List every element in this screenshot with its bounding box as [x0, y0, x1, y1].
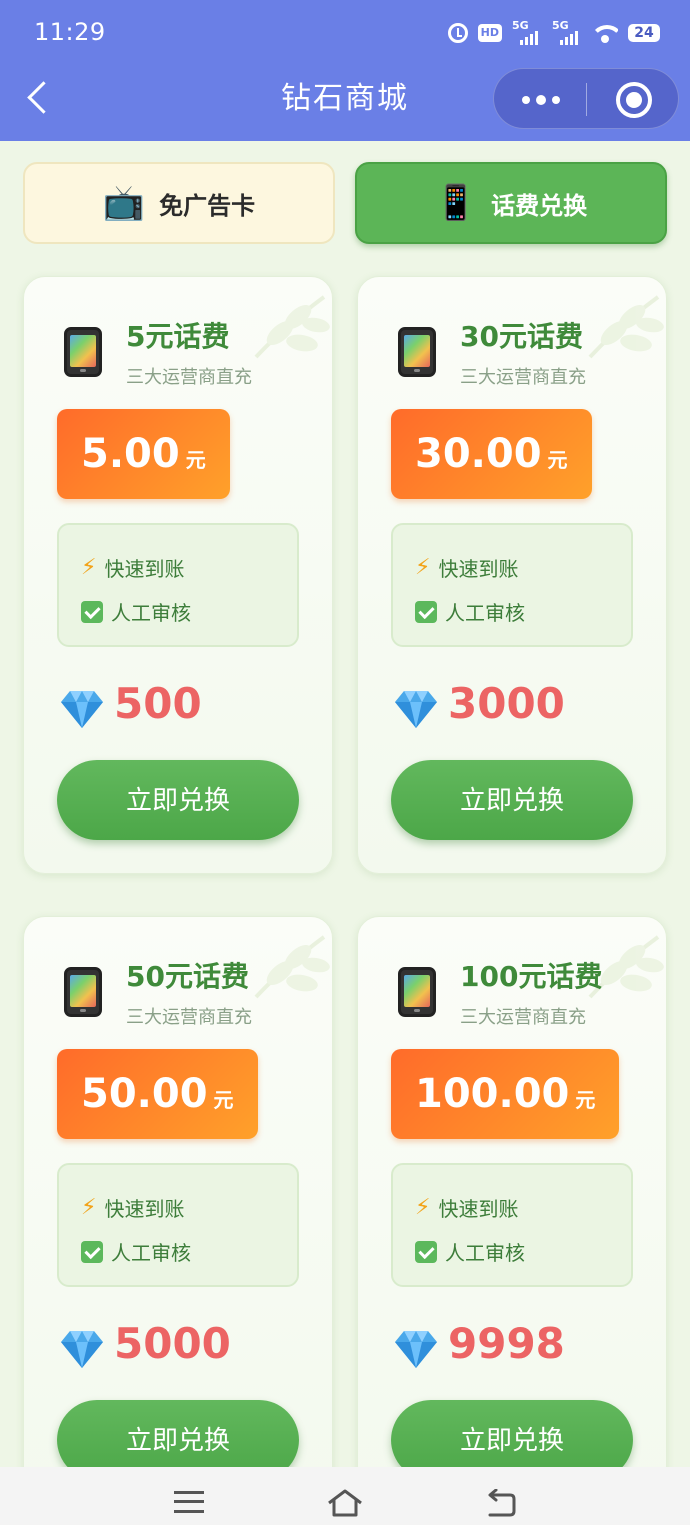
back-arrow-icon[interactable] — [484, 1489, 516, 1517]
home-icon[interactable] — [327, 1489, 363, 1517]
diamond-cost: 5000 — [114, 1319, 231, 1368]
feature-item: 人工审核 — [415, 597, 525, 626]
product-card: 100元话费 三大运营商直充 100.00 元 ⚡ 快速到账 人工审核 9998… — [357, 916, 667, 1514]
system-nav-bar — [0, 1467, 690, 1525]
mobile-phone-icon — [398, 967, 436, 1017]
feature-list: ⚡ 快速到账 人工审核 — [391, 1163, 633, 1287]
redeem-button[interactable]: 立即兑换 — [391, 760, 633, 840]
diamond-icon — [61, 691, 103, 728]
feature-list: ⚡ 快速到账 人工审核 — [391, 523, 633, 647]
feature-label: 人工审核 — [445, 1241, 525, 1265]
feature-list: ⚡ 快速到账 人工审核 — [57, 523, 299, 647]
diamond-icon — [61, 1331, 103, 1368]
close-miniapp-icon[interactable] — [616, 82, 652, 118]
plan-name: 100元话费 — [460, 960, 603, 993]
price-amount: 5.00 — [81, 431, 180, 477]
hd-badge: HD — [477, 24, 502, 42]
mobile-phone-icon — [64, 967, 102, 1017]
diamond-cost: 500 — [114, 679, 202, 728]
feature-item: 人工审核 — [81, 597, 191, 626]
check-mark-icon — [81, 600, 103, 623]
tab-label: 话费兑换 — [491, 191, 588, 220]
price-unit: 元 — [547, 448, 568, 472]
tab-phone-credit[interactable]: 📱 话费兑换 — [355, 162, 667, 244]
leaf-icon — [254, 935, 330, 999]
feature-label: 人工审核 — [445, 601, 525, 625]
lightning-icon: ⚡ — [415, 1195, 431, 1220]
diamond-icon — [395, 691, 437, 728]
plan-subtitle: 三大运营商直充 — [460, 367, 586, 388]
feature-item: 人工审核 — [81, 1237, 191, 1266]
lightning-icon: ⚡ — [81, 555, 97, 580]
price-amount: 50.00 — [81, 1071, 208, 1117]
more-icon[interactable] — [516, 77, 566, 122]
alarm-icon — [447, 23, 468, 43]
product-card: 30元话费 三大运营商直充 30.00 元 ⚡ 快速到账 人工审核 3000 立… — [357, 276, 667, 874]
feature-list: ⚡ 快速到账 人工审核 — [57, 1163, 299, 1287]
plan-name: 5元话费 — [126, 320, 230, 353]
feature-label: 人工审核 — [111, 1241, 191, 1265]
signal-icon-sim1: 5G — [512, 19, 542, 45]
price-badge: 50.00 元 — [57, 1049, 258, 1139]
plan-subtitle: 三大运营商直充 — [126, 1007, 252, 1028]
tab-label: 免广告卡 — [159, 191, 256, 220]
battery-icon: 24 — [628, 24, 660, 42]
miniapp-capsule — [493, 68, 679, 129]
feature-item: ⚡ 快速到账 — [81, 553, 184, 582]
plan-subtitle: 三大运营商直充 — [126, 367, 252, 388]
price-amount: 30.00 — [415, 431, 542, 477]
header: 11:29 HD 5G 5G 24 钻石商城 — [0, 0, 690, 141]
tv-icon: 📺 — [102, 183, 146, 223]
diamond-icon — [395, 1331, 437, 1368]
feature-item: ⚡ 快速到账 — [81, 1193, 184, 1222]
wifi-icon — [592, 23, 618, 43]
feature-label: 快速到账 — [104, 1197, 185, 1221]
signal-bars — [520, 31, 538, 45]
status-time: 11:29 — [34, 18, 106, 46]
status-icons: HD 5G 5G 24 — [447, 18, 660, 48]
price-badge: 5.00 元 — [57, 409, 230, 499]
price-unit: 元 — [185, 448, 206, 472]
check-mark-icon — [415, 600, 437, 623]
price-badge: 30.00 元 — [391, 409, 592, 499]
feature-item: 人工审核 — [415, 1237, 525, 1266]
redeem-button[interactable]: 立即兑换 — [57, 760, 299, 840]
lightning-icon: ⚡ — [81, 1195, 97, 1220]
lightning-icon: ⚡ — [415, 555, 431, 580]
plan-name: 50元话费 — [126, 960, 249, 993]
diamond-cost: 3000 — [448, 679, 565, 728]
menu-icon[interactable] — [174, 1491, 204, 1513]
plan-subtitle: 三大运营商直充 — [460, 1007, 586, 1028]
feature-item: ⚡ 快速到账 — [415, 1193, 518, 1222]
price-unit: 元 — [575, 1088, 596, 1112]
leaf-icon — [254, 295, 330, 359]
price-unit: 元 — [213, 1088, 234, 1112]
mobile-phone-icon — [64, 327, 102, 377]
signal-bars — [560, 31, 578, 45]
signal-icon-sim2: 5G — [552, 19, 582, 45]
check-mark-icon — [81, 1240, 103, 1263]
product-card: 50元话费 三大运营商直充 50.00 元 ⚡ 快速到账 人工审核 5000 立… — [23, 916, 333, 1514]
feature-label: 快速到账 — [438, 557, 519, 581]
price-amount: 100.00 — [415, 1071, 570, 1117]
capsule-divider — [586, 83, 587, 116]
feature-item: ⚡ 快速到账 — [415, 553, 518, 582]
price-badge: 100.00 元 — [391, 1049, 620, 1139]
diamond-cost: 9998 — [448, 1319, 565, 1368]
leaf-icon — [588, 295, 664, 359]
phone-icon: 📱 — [434, 183, 478, 223]
feature-label: 快速到账 — [104, 557, 185, 581]
mobile-phone-icon — [398, 327, 436, 377]
product-card: 5元话费 三大运营商直充 5.00 元 ⚡ 快速到账 人工审核 500 立即兑换 — [23, 276, 333, 874]
check-mark-icon — [415, 1240, 437, 1263]
feature-label: 人工审核 — [111, 601, 191, 625]
feature-label: 快速到账 — [438, 1197, 519, 1221]
tab-no-ad-card[interactable]: 📺 免广告卡 — [23, 162, 335, 244]
plan-name: 30元话费 — [460, 320, 583, 353]
